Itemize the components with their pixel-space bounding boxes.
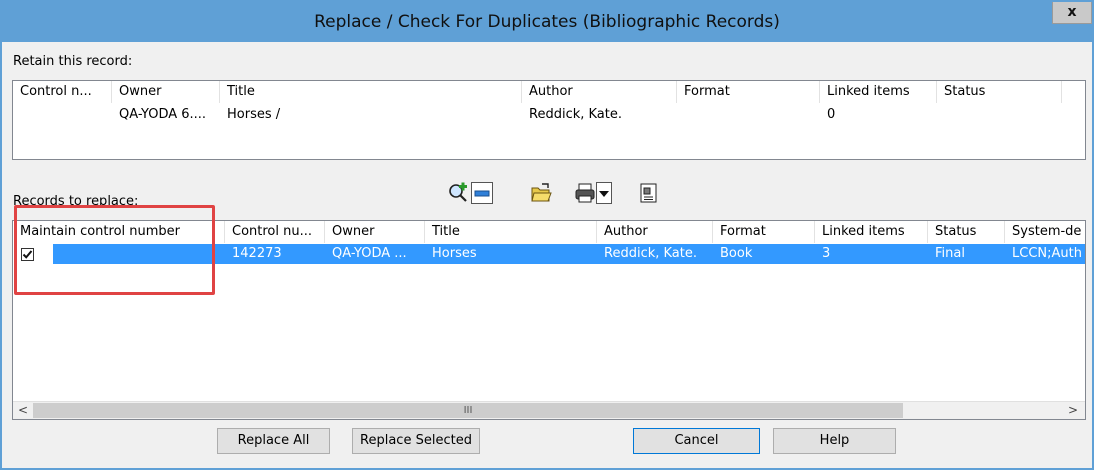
retain-col-format[interactable]: Format <box>677 81 820 103</box>
retain-col-control[interactable]: Control n... <box>13 81 112 103</box>
retain-cell-control <box>13 105 112 125</box>
replace-selected-button[interactable]: Replace Selected <box>352 428 480 454</box>
properties-icon[interactable] <box>638 182 660 204</box>
replace-cell-system: LCCN;Auth <box>1012 246 1082 261</box>
retain-col-status[interactable]: Status <box>937 81 1062 103</box>
title-bar[interactable]: Replace / Check For Duplicates (Bibliogr… <box>2 2 1092 42</box>
replace-cell-owner: QA-YODA ... <box>332 246 407 261</box>
replace-cell-control: 142273 <box>232 246 282 261</box>
replace-col-author[interactable]: Author <box>597 221 713 243</box>
remove-icon[interactable] <box>471 182 493 204</box>
retain-col-owner[interactable]: Owner <box>112 81 220 103</box>
print-icon[interactable] <box>574 182 596 204</box>
retain-cell-title: Horses / <box>227 107 281 122</box>
replace-col-title[interactable]: Title <box>425 221 597 243</box>
replace-all-button[interactable]: Replace All <box>217 428 330 454</box>
retain-cell-owner: QA-YODA 6.... <box>119 107 207 122</box>
replace-cell-title: Horses <box>432 246 477 261</box>
replace-col-control[interactable]: Control nu... <box>225 221 325 243</box>
highlight-box <box>14 205 215 295</box>
replace-col-owner[interactable]: Owner <box>325 221 425 243</box>
dialog-window: Replace / Check For Duplicates (Bibliogr… <box>0 0 1094 470</box>
retain-cell-author: Reddick, Kate. <box>529 107 622 122</box>
replace-col-system[interactable]: System-de <box>1005 221 1085 243</box>
replace-cell-linked: 3 <box>822 246 831 261</box>
retain-col-linked[interactable]: Linked items <box>820 81 937 103</box>
retain-col-author[interactable]: Author <box>522 81 677 103</box>
retain-cell-linked: 0 <box>827 107 836 122</box>
horizontal-scrollbar[interactable]: < III > <box>13 401 1085 419</box>
replace-col-linked[interactable]: Linked items <box>815 221 928 243</box>
retain-list[interactable]: Control n... Owner Title Author Format L… <box>12 80 1086 160</box>
retain-col-title[interactable]: Title <box>220 81 522 103</box>
retain-label: Retain this record: <box>13 54 133 69</box>
replace-cell-author: Reddick, Kate. <box>604 246 697 261</box>
scroll-left-icon[interactable]: < <box>15 403 31 419</box>
retain-cell-format <box>677 105 820 125</box>
dropdown-arrow-icon[interactable] <box>596 182 612 204</box>
open-folder-icon[interactable] <box>530 182 552 204</box>
close-button[interactable]: x <box>1052 2 1092 24</box>
replace-cell-format: Book <box>720 246 753 261</box>
scroll-thumb[interactable]: III <box>33 403 903 418</box>
help-button[interactable]: Help <box>773 428 896 454</box>
replace-col-format[interactable]: Format <box>713 221 815 243</box>
scroll-right-icon[interactable]: > <box>1065 403 1081 419</box>
find-add-icon[interactable] <box>447 182 469 204</box>
cancel-button[interactable]: Cancel <box>633 428 760 454</box>
window-title: Replace / Check For Duplicates (Bibliogr… <box>314 12 780 32</box>
replace-cell-status: Final <box>935 246 965 261</box>
replace-col-status[interactable]: Status <box>928 221 1005 243</box>
retain-cell-status <box>937 105 1062 125</box>
